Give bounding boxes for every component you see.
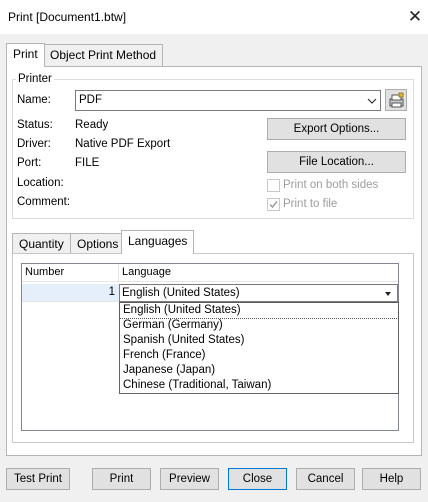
dropdown-option-english-us[interactable]: English (United States) [119, 302, 399, 319]
comment-label: Comment: [17, 196, 71, 208]
window-title: Print [Document1.btw] [8, 10, 127, 24]
status-value: Ready [75, 119, 109, 131]
printer-properties-button[interactable] [385, 89, 407, 111]
tab-object-print-method[interactable]: Object Print Method [43, 44, 164, 66]
printer-group-label: Printer [16, 73, 54, 85]
row-number-cell: 1 [108, 286, 115, 298]
language-cell-select[interactable]: English (United States) [119, 284, 398, 302]
close-button[interactable]: Close [228, 468, 287, 490]
dropdown-option-german[interactable]: German (Germany) [120, 318, 398, 333]
test-print-button[interactable]: Test Print [6, 468, 70, 490]
driver-value: Native PDF Export [75, 138, 171, 150]
print-button[interactable]: Print [92, 468, 151, 490]
tab-options[interactable]: Options [70, 233, 126, 255]
preview-button[interactable]: Preview [160, 468, 219, 490]
export-options-button[interactable]: Export Options... [267, 118, 406, 140]
print-to-file-label: Print to file [283, 198, 338, 210]
port-label: Port: [17, 157, 42, 169]
help-button[interactable]: Help [362, 468, 421, 490]
chevron-down-icon [366, 95, 378, 107]
tab-quantity[interactable]: Quantity [12, 233, 71, 255]
dropdown-arrow-icon [383, 289, 393, 297]
printer-name-value: PDF [79, 94, 102, 106]
tab-languages[interactable]: Languages [121, 230, 195, 254]
language-cell-value: English (United States) [122, 287, 240, 299]
dropdown-option-japanese[interactable]: Japanese (Japan) [120, 363, 398, 378]
cancel-button[interactable]: Cancel [296, 468, 355, 490]
print-to-file-checkbox[interactable] [267, 198, 280, 211]
port-value: FILE [75, 157, 100, 169]
driver-label: Driver: [17, 138, 51, 150]
table-row[interactable]: 1 [22, 284, 119, 302]
print-both-sides-label: Print on both sides [283, 179, 379, 191]
checkmark-icon [269, 201, 278, 209]
print-both-sides-checkbox[interactable] [267, 179, 280, 192]
column-header-language[interactable]: Language [119, 264, 398, 282]
location-label: Location: [17, 177, 64, 189]
file-location-button[interactable]: File Location... [267, 151, 406, 173]
status-label: Status: [17, 119, 53, 131]
tab-print[interactable]: Print [6, 43, 45, 67]
column-header-number[interactable]: Number [22, 264, 119, 282]
name-label: Name: [17, 94, 51, 106]
printer-name-select[interactable]: PDF [75, 90, 381, 111]
language-dropdown-list[interactable]: English (United States) German (Germany)… [119, 302, 399, 394]
dropdown-option-french[interactable]: French (France) [120, 348, 398, 363]
close-icon[interactable]: ✕ [404, 7, 426, 27]
printer-properties-icon [388, 92, 405, 112]
dropdown-option-spanish-us[interactable]: Spanish (United States) [120, 333, 398, 348]
dropdown-option-chinese-taiwan[interactable]: Chinese (Traditional, Taiwan) [120, 378, 398, 393]
